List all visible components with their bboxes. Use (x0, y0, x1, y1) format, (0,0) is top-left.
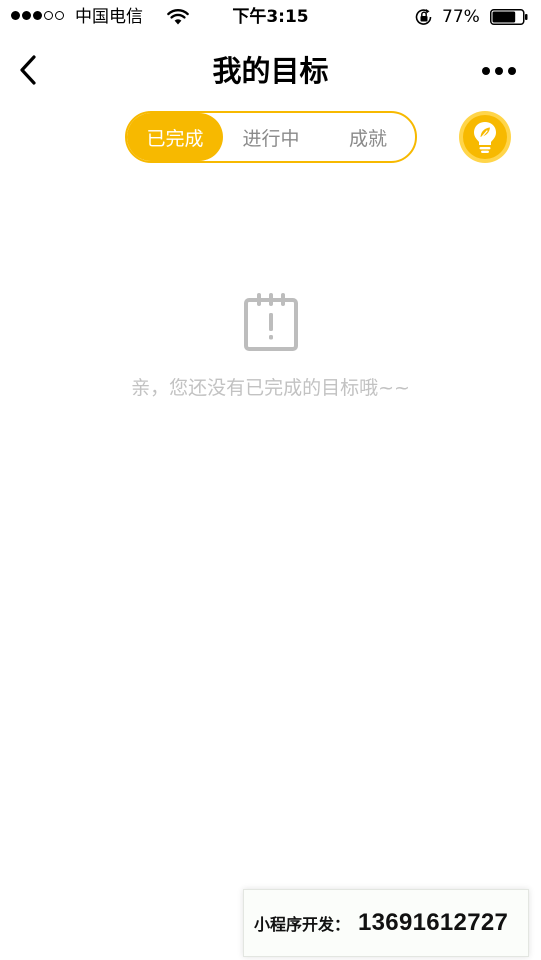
calendar-alert-icon (244, 293, 298, 351)
back-button[interactable] (10, 50, 46, 90)
battery-percentage: 77% (442, 7, 480, 27)
battery-icon (490, 9, 528, 25)
tab-completed[interactable]: 已完成 (127, 113, 223, 161)
empty-state-message: 亲，您还没有已完成的目标哦~~ (131, 377, 410, 399)
chevron-left-icon (20, 55, 36, 85)
tab-in-progress[interactable]: 进行中 (223, 113, 319, 161)
status-bar: 中国电信 下午3:15 77% (0, 0, 541, 34)
developer-label: 小程序开发： (254, 915, 351, 934)
tip-button-inner (463, 115, 507, 159)
more-dots-icon (495, 67, 503, 75)
developer-contact-banner: 小程序开发： 13691612727 (243, 889, 529, 957)
page-title: 我的目标 (212, 54, 329, 88)
nav-bar: 我的目标 (0, 40, 541, 100)
more-button[interactable] (476, 56, 522, 86)
tip-button[interactable] (459, 111, 511, 163)
goal-tabs: 已完成 进行中 成就 (125, 111, 417, 163)
lightbulb-icon (474, 122, 496, 153)
tab-achievements[interactable]: 成就 (321, 113, 415, 161)
more-dots-icon (508, 67, 516, 75)
orientation-lock-icon (415, 9, 432, 25)
developer-phone: 13691612727 (358, 909, 509, 936)
more-dots-icon (482, 67, 490, 75)
